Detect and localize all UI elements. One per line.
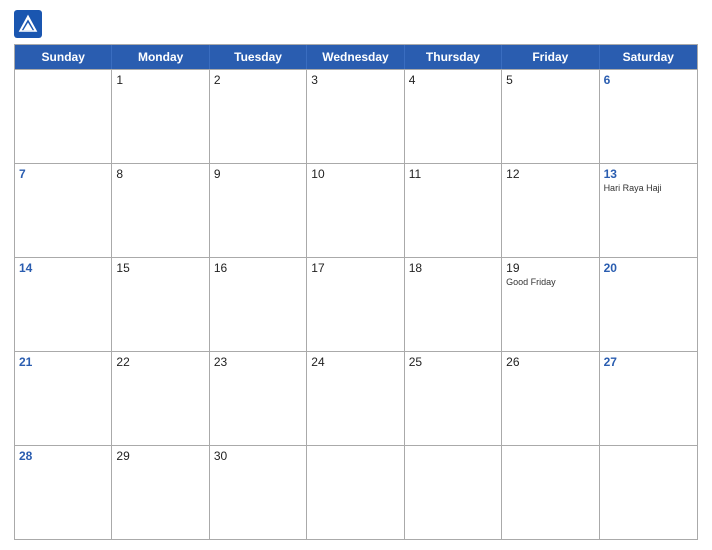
day-cell-4-5 — [502, 446, 599, 539]
day-cell-2-6: 20 — [600, 258, 697, 351]
day-number-19: 19 — [506, 261, 594, 275]
calendar-grid: Sunday Monday Tuesday Wednesday Thursday… — [14, 44, 698, 540]
day-number-9: 9 — [214, 167, 302, 181]
day-headers-row: Sunday Monday Tuesday Wednesday Thursday… — [15, 45, 697, 69]
day-cell-1-4: 11 — [405, 164, 502, 257]
day-number-14: 14 — [19, 261, 107, 275]
week-row-1: 123456 — [15, 69, 697, 163]
day-cell-3-5: 26 — [502, 352, 599, 445]
day-number-1: 1 — [116, 73, 204, 87]
day-number-3: 3 — [311, 73, 399, 87]
day-number-5: 5 — [506, 73, 594, 87]
week-row-2: 789 10 11 12 13 Hari Raya Haji — [15, 163, 697, 257]
day-number-10: 10 — [311, 167, 399, 181]
day-number-22: 22 — [116, 355, 204, 369]
day-cell-0-5: 5 — [502, 70, 599, 163]
day-cell-2-1: 15 — [112, 258, 209, 351]
week-row-5: 28 29 30 — [15, 445, 697, 539]
day-cell-2-5: 19 Good Friday — [502, 258, 599, 351]
day-number-30: 30 — [214, 449, 302, 463]
day-number-23: 23 — [214, 355, 302, 369]
day-cell-4-1: 29 — [112, 446, 209, 539]
day-cell-3-6: 27 — [600, 352, 697, 445]
day-cell-2-3: 17 — [307, 258, 404, 351]
day-cell-4-4 — [405, 446, 502, 539]
day-number-24: 24 — [311, 355, 399, 369]
week-row-4: 21 22 23 24 25 26 27 — [15, 351, 697, 445]
day-cell-0-6: 6 — [600, 70, 697, 163]
day-cell-4-2: 30 — [210, 446, 307, 539]
day-number-2: 2 — [214, 73, 302, 87]
day-cell-1-1: 8 — [112, 164, 209, 257]
day-header-tuesday: Tuesday — [210, 45, 307, 69]
day-number-21: 21 — [19, 355, 107, 369]
day-cell-1-3: 10 — [307, 164, 404, 257]
day-header-sunday: Sunday — [15, 45, 112, 69]
day-header-friday: Friday — [502, 45, 599, 69]
day-cell-3-3: 24 — [307, 352, 404, 445]
day-header-wednesday: Wednesday — [307, 45, 404, 69]
day-cell-1-0: 7 — [15, 164, 112, 257]
day-number-17: 17 — [311, 261, 399, 275]
day-cell-0-1: 1 — [112, 70, 209, 163]
day-cell-0-2: 2 — [210, 70, 307, 163]
day-number-20: 20 — [604, 261, 693, 275]
day-cell-1-5: 12 — [502, 164, 599, 257]
day-cell-3-2: 23 — [210, 352, 307, 445]
day-number-29: 29 — [116, 449, 204, 463]
day-number-15: 15 — [116, 261, 204, 275]
holiday-label-13: Hari Raya Haji — [604, 183, 693, 194]
day-header-thursday: Thursday — [405, 45, 502, 69]
day-cell-0-4: 4 — [405, 70, 502, 163]
day-cell-0-3: 3 — [307, 70, 404, 163]
day-cell-0-0 — [15, 70, 112, 163]
day-cell-4-6 — [600, 446, 697, 539]
day-cell-2-0: 14 — [15, 258, 112, 351]
day-number-13: 13 — [604, 167, 693, 181]
day-cell-3-4: 25 — [405, 352, 502, 445]
logo — [14, 10, 46, 38]
day-cell-2-4: 18 — [405, 258, 502, 351]
day-number-28: 28 — [19, 449, 107, 463]
week-row-3: 14 15 16 17 18 19 Good Friday 20 — [15, 257, 697, 351]
day-number-18: 18 — [409, 261, 497, 275]
day-cell-3-0: 21 — [15, 352, 112, 445]
day-number-16: 16 — [214, 261, 302, 275]
day-number-7: 7 — [19, 167, 107, 181]
weeks-container: 12345678910111213Hari Raya Haji141516171… — [15, 69, 697, 539]
day-number-27: 27 — [604, 355, 693, 369]
logo-icon — [14, 10, 42, 38]
day-number-26: 26 — [506, 355, 594, 369]
day-number-4: 4 — [409, 73, 497, 87]
day-cell-3-1: 22 — [112, 352, 209, 445]
day-header-monday: Monday — [112, 45, 209, 69]
day-number-11: 11 — [409, 167, 497, 181]
day-cell-1-6: 13 Hari Raya Haji — [600, 164, 697, 257]
day-number-25: 25 — [409, 355, 497, 369]
day-cell-4-0: 28 — [15, 446, 112, 539]
day-cell-2-2: 16 — [210, 258, 307, 351]
day-number-8: 8 — [116, 167, 204, 181]
holiday-label-19: Good Friday — [506, 277, 594, 288]
day-number-6: 6 — [604, 73, 693, 87]
day-cell-4-3 — [307, 446, 404, 539]
day-number-12: 12 — [506, 167, 594, 181]
calendar-header — [14, 10, 698, 38]
day-cell-1-2: 9 — [210, 164, 307, 257]
day-header-saturday: Saturday — [600, 45, 697, 69]
